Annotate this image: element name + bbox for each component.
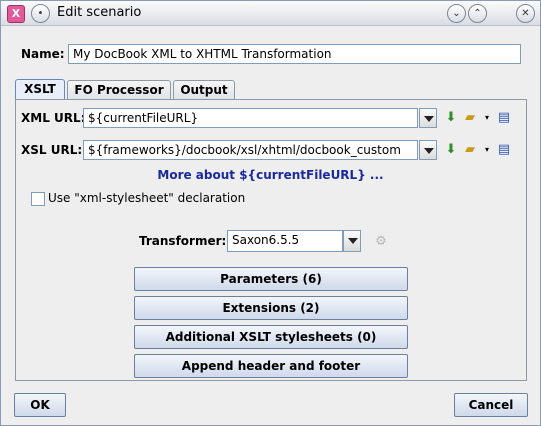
- more-about-link[interactable]: More about ${currentFileURL} ...: [1, 168, 540, 182]
- folder-open-icon[interactable]: ▰: [462, 142, 478, 158]
- settings-icon: ⚙: [375, 234, 387, 249]
- download-icon[interactable]: ⬇: [443, 110, 459, 126]
- chevron-down-icon[interactable]: ▾: [479, 110, 495, 126]
- edit-file-icon[interactable]: ▤: [496, 142, 512, 158]
- transformer-select[interactable]: Saxon6.5.5: [227, 230, 343, 252]
- close-icon[interactable]: ✕: [516, 4, 535, 23]
- use-xml-stylesheet-checkbox[interactable]: [31, 192, 45, 206]
- name-label: Name:: [21, 47, 65, 61]
- extensions-button[interactable]: Extensions (2): [134, 296, 408, 320]
- name-field[interactable]: My DocBook XML to XHTML Transformation: [68, 44, 521, 64]
- parameters-button[interactable]: Parameters (6): [134, 267, 408, 291]
- xml-url-label: XML URL:: [21, 111, 86, 125]
- use-xml-stylesheet-label: Use "xml-stylesheet" declaration: [48, 191, 246, 205]
- minimize-icon[interactable]: ⌄: [447, 4, 466, 23]
- additional-xslt-button[interactable]: Additional XSLT stylesheets (0): [134, 325, 408, 349]
- xsl-url-dropdown[interactable]: [419, 140, 437, 160]
- title-bar: X • Edit scenario ⌄ ⌃ ✕: [1, 1, 540, 26]
- app-icon[interactable]: X: [7, 5, 25, 23]
- tab-xslt[interactable]: XSLT: [15, 79, 65, 100]
- window-title: Edit scenario: [57, 5, 142, 20]
- chevron-down-icon[interactable]: ▾: [479, 142, 495, 158]
- append-header-footer-button[interactable]: Append header and footer: [134, 354, 408, 378]
- folder-open-icon[interactable]: ▰: [462, 110, 478, 126]
- edit-file-icon[interactable]: ▤: [496, 110, 512, 126]
- edit-scenario-dialog: X • Edit scenario ⌄ ⌃ ✕ Name: My DocBook…: [0, 0, 541, 426]
- maximize-icon[interactable]: ⌃: [468, 4, 487, 23]
- xml-url-field[interactable]: ${currentFileURL}: [83, 108, 418, 128]
- tab-output[interactable]: Output: [173, 80, 235, 99]
- xsl-url-field[interactable]: ${frameworks}/docbook/xsl/xhtml/docbook_…: [83, 140, 418, 160]
- tab-fo-processor[interactable]: FO Processor: [67, 80, 171, 99]
- download-icon[interactable]: ⬇: [443, 142, 459, 158]
- cancel-button[interactable]: Cancel: [454, 393, 528, 417]
- xml-url-dropdown[interactable]: [419, 108, 437, 128]
- transformer-label: Transformer:: [139, 234, 227, 248]
- transformer-dropdown[interactable]: [343, 230, 361, 252]
- ok-button[interactable]: OK: [14, 393, 66, 417]
- xsl-url-label: XSL URL:: [21, 143, 83, 157]
- menu-dot-icon[interactable]: •: [31, 4, 50, 23]
